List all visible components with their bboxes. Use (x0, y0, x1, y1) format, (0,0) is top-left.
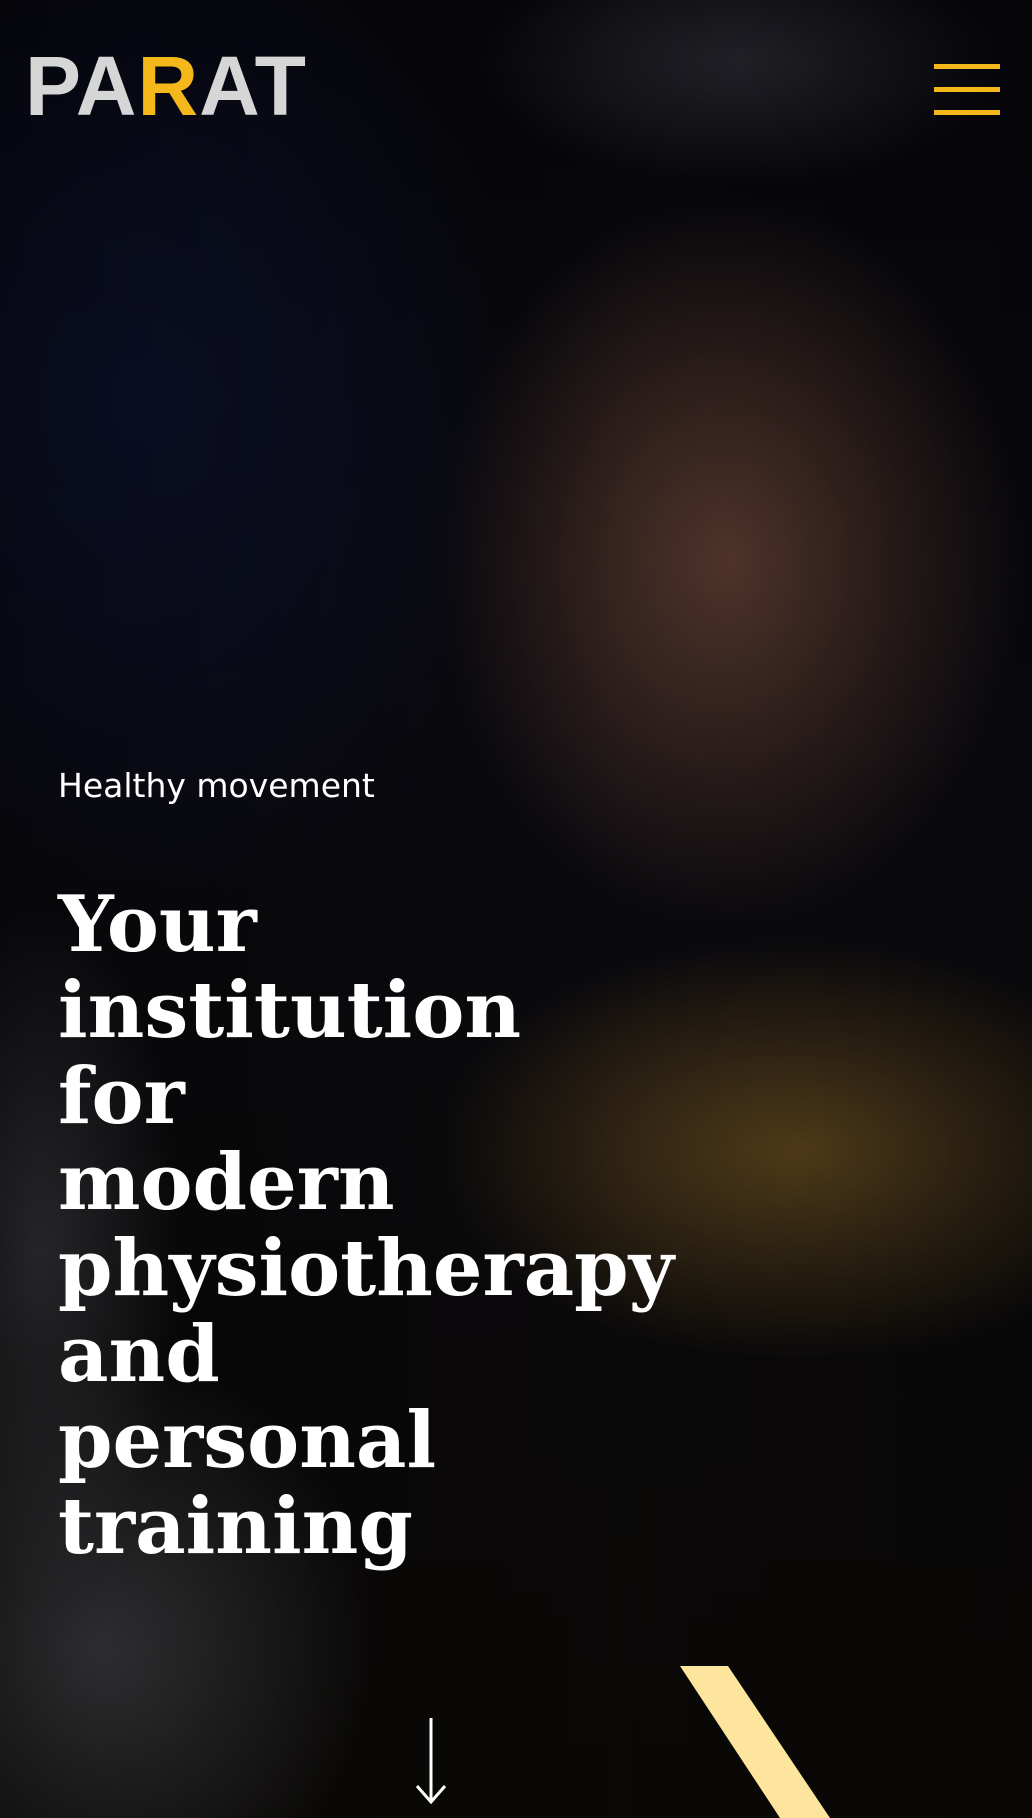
parat-logo[interactable]: PA R AT (25, 39, 307, 133)
hero-headline: Your institution for modern physiotherap… (58, 882, 758, 1570)
headline-line: Your (58, 879, 257, 970)
headline-line: training (58, 1481, 413, 1572)
headline-line: physiotherapy (58, 1223, 675, 1314)
menu-bar-top (934, 64, 1000, 69)
logo-accent-letter: R (137, 39, 200, 133)
arrow-down-icon[interactable] (405, 1716, 457, 1806)
arrow-down-svg (415, 1718, 447, 1805)
headline-line: personal (58, 1395, 437, 1486)
headline-line: for (58, 1051, 185, 1142)
page: PA R AT Healthy movement Your institution … (0, 0, 1032, 1818)
menu-bar-middle (934, 87, 1000, 92)
hamburger-menu-icon[interactable] (934, 64, 1000, 116)
headline-line: modern (58, 1137, 395, 1228)
logo-text-end: AT (199, 39, 307, 133)
menu-bar-bottom (934, 110, 1000, 115)
logo-text-start: PA (25, 39, 138, 133)
headline-line: and (58, 1309, 220, 1400)
hero-eyebrow: Healthy movement (58, 766, 375, 805)
headline-line: institution (58, 965, 522, 1056)
